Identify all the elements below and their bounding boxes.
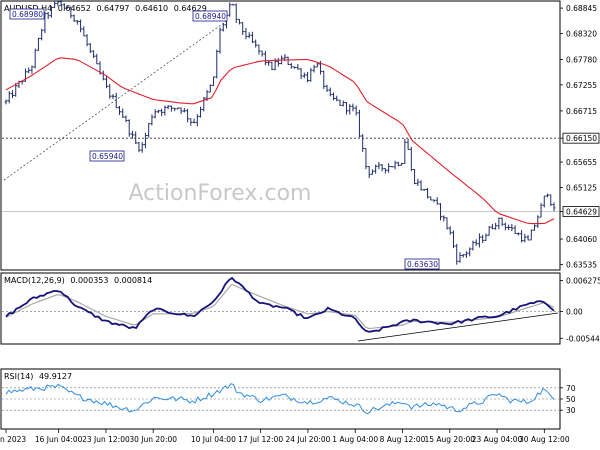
- price-axis-label: 0.64060: [566, 235, 597, 244]
- current-price-label: 0.64629: [566, 208, 597, 217]
- x-axis-label: 10 Jul 04:00: [191, 435, 236, 444]
- price-axis-label: 0.65125: [566, 184, 597, 193]
- rsi-panel: [0, 368, 561, 430]
- rsi-axis-label: 30: [566, 406, 576, 415]
- price-annotation-label: 0.65940: [92, 152, 123, 161]
- macd-header: MACD(12,26,9) 0.000353 0.000814: [4, 276, 152, 285]
- rsi-axis-label: 70: [566, 384, 576, 393]
- price-axis-label: 0.68845: [566, 4, 597, 13]
- x-axis: 8 Jun 2023 16 Jun 04:0023 Jun 12:0030 Jun…: [0, 429, 570, 444]
- macd-axis-label: -0.005446: [566, 334, 600, 343]
- x-axis-label: 8 Aug 12:00: [380, 435, 426, 444]
- price-panel: [0, 0, 561, 271]
- x-axis-label: 16 Jun 04:00: [35, 435, 83, 444]
- price-axis-label: 0.67780: [566, 56, 597, 65]
- x-axis-label: 30 Aug 12:00: [519, 435, 570, 444]
- macd-axis-label: 0.006275: [566, 277, 600, 286]
- x-axis-label: 1 Aug 04:00: [332, 435, 378, 444]
- rsi-axis-label: 50: [566, 395, 576, 404]
- watermark: ActionForex.com: [129, 181, 312, 206]
- macd-header-macd: 0.000353: [70, 276, 108, 285]
- rsi-header: RSI(14) 49.9127: [4, 372, 72, 381]
- x-axis-label: 8 Jun 2023: [0, 435, 26, 444]
- price-annotation-label: 0.63630: [407, 260, 438, 269]
- price-axis-label: 0.66715: [566, 107, 597, 116]
- price-axis-label: 0.65655: [566, 158, 597, 167]
- x-axis-label: 30 Jun 20:00: [129, 435, 177, 444]
- macd-axis-label: 0.00: [566, 307, 583, 316]
- x-axis-label: 24 Jul 20:00: [285, 435, 330, 444]
- x-axis-label: 23 Aug 04:00: [472, 435, 523, 444]
- price-axis-label: 0.68320: [566, 29, 597, 38]
- price-annotation-label: 0.68940: [195, 12, 226, 21]
- price-axis-label: 0.67255: [566, 81, 597, 90]
- hline-price-label: 0.66150: [566, 134, 597, 143]
- price-axis-label: 0.63535: [566, 260, 597, 269]
- price-header-high: 0.64797: [96, 4, 129, 13]
- price-annotation-label: 0.68980: [12, 10, 43, 19]
- price-header-open: 0.64652: [58, 4, 91, 13]
- rsi-header-label: RSI(14): [4, 372, 33, 381]
- x-axis-label: 17 Jul 12:00: [238, 435, 283, 444]
- macd-header-signal: 0.000814: [114, 276, 152, 285]
- price-header-low: 0.64610: [135, 4, 168, 13]
- rsi-header-value: 49.9127: [39, 372, 72, 381]
- macd-header-label: MACD(12,26,9): [4, 276, 65, 285]
- x-axis-label: 15 Aug 20:00: [424, 435, 475, 444]
- chart-canvas: ActionForex.com AUDUSD,H4 0.64652 0.6479…: [0, 0, 600, 444]
- x-axis-label: 23 Jun 12:00: [82, 435, 130, 444]
